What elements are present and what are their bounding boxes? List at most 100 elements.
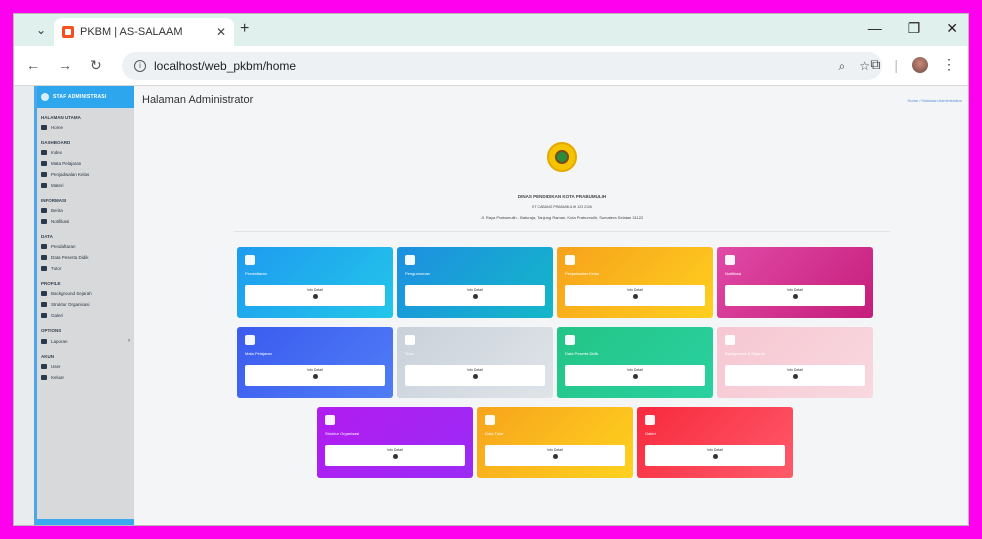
card-more-info-button[interactable]: Info Detail: [405, 285, 545, 306]
arrow-circle-icon: [632, 294, 638, 299]
card-more-info-button[interactable]: Info Detail: [725, 365, 865, 386]
sidebar-item-user[interactable]: User: [37, 361, 134, 372]
close-tab-icon[interactable]: ✕: [216, 25, 226, 39]
site-info-icon[interactable]: i: [134, 60, 146, 72]
address-bar[interactable]: i localhost/web_pkbm/home ⌕ ☆: [122, 52, 882, 80]
menu-item-icon: [41, 375, 47, 380]
sidebar-section-title: OPTIONS: [41, 328, 62, 333]
more-info-label: Info Detail: [627, 368, 643, 372]
card-more-info-button[interactable]: Info Detail: [325, 445, 465, 466]
sidebar-item-label: Index: [51, 150, 63, 155]
menu-kebab-icon[interactable]: ⋮: [942, 56, 956, 73]
arrow-circle-icon: [712, 454, 718, 459]
sidebar-section-title: AKUN: [41, 354, 54, 359]
card-more-info-button[interactable]: Info Detail: [565, 365, 705, 386]
sidebar-item-laporan[interactable]: Laporan ›: [37, 335, 134, 347]
card-more-info-button[interactable]: Info Detail: [725, 285, 865, 306]
more-info-label: Info Detail: [787, 368, 803, 372]
breadcrumb[interactable]: Home / Halaman Administrator: [908, 98, 962, 103]
sidebar-item-berita[interactable]: Berita: [37, 205, 134, 216]
card-icon: [565, 335, 575, 345]
menu-item-icon: [41, 338, 47, 344]
organization-subtitle: KT CABANG PRABUMULIH 123 2106: [532, 205, 592, 209]
sidebar-item-label: User: [51, 364, 61, 369]
tab-search-icon[interactable]: ⌄: [32, 21, 50, 39]
card-more-info-button[interactable]: Info Detail: [245, 365, 385, 386]
tab-title: PKBM | AS-SALAAM: [80, 26, 183, 38]
card-icon: [245, 335, 255, 345]
close-window-icon[interactable]: ✕: [946, 20, 958, 37]
sidebar-item-index[interactable]: Index: [37, 147, 134, 158]
card-background-sejarah: Background & Sejarah Info Detail: [717, 327, 873, 398]
card-mata-pelajaran: Mata Pelajaran Info Detail: [237, 327, 393, 398]
sidebar-item-tutor[interactable]: Tutor: [37, 263, 134, 274]
more-info-label: Info Detail: [467, 368, 483, 372]
card-more-info-button[interactable]: Info Detail: [405, 365, 545, 386]
card-more-info-button[interactable]: Info Detail: [645, 445, 785, 466]
card-more-info-button[interactable]: Info Detail: [485, 445, 625, 466]
sidebar-header[interactable]: STAF ADMINISTRASI: [37, 86, 134, 108]
arrow-circle-icon: [792, 374, 798, 379]
card-icon: [325, 415, 335, 425]
app-area: STAF ADMINISTRASI HALAMAN UTAMA Home DASHB…: [34, 86, 968, 525]
sidebar-item-keluar[interactable]: Keluar: [37, 372, 134, 383]
card-label: Data Tutor: [485, 431, 504, 436]
arrow-circle-icon: [392, 454, 398, 459]
back-icon[interactable]: ←: [26, 57, 40, 73]
sidebar-section-title: DASHBOARD: [41, 140, 71, 145]
sidebar-item-background-sejarah[interactable]: Background Sejarah: [37, 288, 134, 299]
card-icon: [725, 335, 735, 345]
sidebar-item-mata-pelajaran[interactable]: Mata Pelajaran: [37, 158, 134, 169]
extensions-icon[interactable]: ⧉: [870, 56, 880, 73]
arrow-circle-icon: [552, 454, 558, 459]
sidebar-item-label: Data Peserta Didik: [51, 255, 89, 260]
sidebar-section-title: PROFILE: [41, 281, 61, 286]
card-icon: [645, 415, 655, 425]
arrow-circle-icon: [312, 294, 318, 299]
profile-avatar[interactable]: [912, 56, 928, 73]
organization-address: Jl. Raya Prabumulih - Baturaja, Tanjung …: [480, 215, 644, 220]
browser-tab[interactable]: PKBM | AS-SALAAM ✕: [54, 18, 234, 46]
sidebar-item-penjadwalan-kelas[interactable]: Penjadwalan Kelas: [37, 169, 134, 180]
card-more-info-button[interactable]: Info Detail: [565, 285, 705, 306]
forward-icon[interactable]: →: [58, 57, 72, 73]
sidebar-item-pendaftaran[interactable]: Pendaftaran: [37, 241, 134, 252]
arrow-circle-icon: [472, 374, 478, 379]
sidebar-item-home[interactable]: Home: [37, 122, 134, 133]
sidebar-section-title: INFORMASI: [41, 198, 67, 203]
card-penjadwalan-kelas: Penjadwalan Kelas Info Detail: [557, 247, 713, 318]
menu-item-icon: [41, 244, 47, 249]
card-more-info-button[interactable]: Info Detail: [245, 285, 385, 306]
new-tab-icon[interactable]: +: [240, 20, 249, 38]
sidebar-item-data-peserta-didik[interactable]: Data Peserta Didik: [37, 252, 134, 263]
sidebar-item-label: Laporan: [51, 338, 68, 344]
sidebar-item-materi[interactable]: Materi: [37, 180, 134, 191]
card-label: Galeri: [645, 431, 656, 436]
sidebar-item-label: Tutor: [51, 266, 62, 271]
sidebar-menu: HALAMAN UTAMA Home DASHBOARD Index Mata Pela…: [37, 108, 134, 383]
zoom-icon[interactable]: ⌕: [839, 59, 846, 74]
menu-item-icon: [41, 266, 47, 271]
more-info-label: Info Detail: [547, 448, 563, 452]
restore-icon[interactable]: ❐: [908, 20, 921, 37]
menu-item-icon: [41, 364, 47, 369]
sidebar-item-struktur-organisasi[interactable]: Struktur Organisasi: [37, 299, 134, 310]
sidebar-section-title: HALAMAN UTAMA: [41, 115, 81, 120]
sidebar-item-galeri[interactable]: Galeri: [37, 310, 134, 321]
menu-item-icon: [41, 161, 47, 166]
url-text[interactable]: localhost/web_pkbm/home: [154, 59, 825, 73]
minimize-icon[interactable]: —: [868, 20, 882, 37]
more-info-label: Info Detail: [387, 448, 403, 452]
bookmark-star-icon[interactable]: ☆: [859, 59, 870, 73]
more-info-label: Info Detail: [307, 368, 323, 372]
reload-icon[interactable]: ↻: [90, 57, 102, 74]
arrow-circle-icon: [312, 374, 318, 379]
card-tutor: Tutor Info Detail: [397, 327, 553, 398]
arrow-circle-icon: [792, 294, 798, 299]
menu-item-icon: [41, 313, 47, 318]
sidebar-item-notifikasi[interactable]: Notifikasi: [37, 216, 134, 227]
card-pendaftaran: Pendaftaran Info Detail: [237, 247, 393, 318]
divider: [234, 231, 890, 232]
toolbar-divider: |: [894, 56, 898, 73]
card-data-tutor: Data Tutor Info Detail: [477, 407, 633, 478]
